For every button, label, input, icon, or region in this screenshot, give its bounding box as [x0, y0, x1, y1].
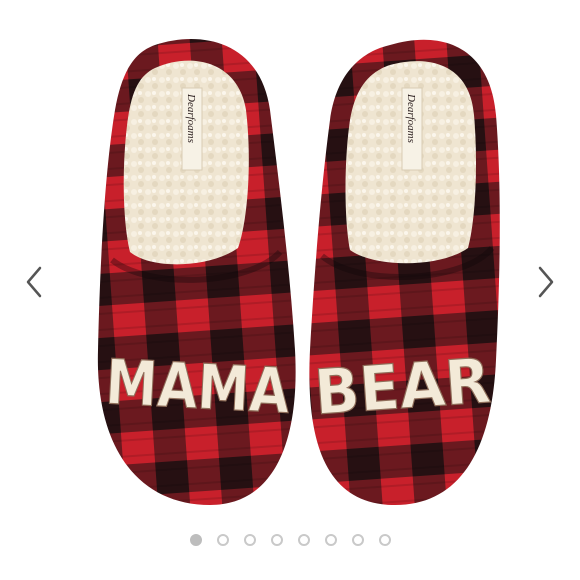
- brand-label-left: Dearfoams: [185, 93, 197, 143]
- left-slipper-text: MAMA: [104, 345, 292, 428]
- previous-image-button[interactable]: [14, 262, 54, 302]
- product-photo: Dearfoams Dearfoams MAMA BEAR: [97, 38, 500, 506]
- carousel-dot-6[interactable]: [324, 534, 337, 546]
- next-image-button[interactable]: [526, 262, 566, 302]
- carousel-dot-8[interactable]: [378, 534, 391, 546]
- brand-label-right: Dearfoams: [405, 93, 417, 143]
- carousel-pagination: [0, 530, 580, 550]
- chevron-right-icon: [538, 266, 554, 298]
- right-slipper-text: BEAR: [312, 344, 493, 429]
- right-slipper: [309, 39, 500, 506]
- carousel-dot-2[interactable]: [216, 534, 229, 546]
- carousel-dot-1[interactable]: [189, 534, 202, 546]
- carousel-dot-4[interactable]: [270, 534, 283, 546]
- image-viewer: Dearfoams Dearfoams MAMA BEAR: [0, 0, 580, 580]
- chevron-left-icon: [26, 266, 42, 298]
- carousel-dot-7[interactable]: [351, 534, 364, 546]
- carousel-dot-3[interactable]: [243, 534, 256, 546]
- carousel-dot-5[interactable]: [297, 534, 310, 546]
